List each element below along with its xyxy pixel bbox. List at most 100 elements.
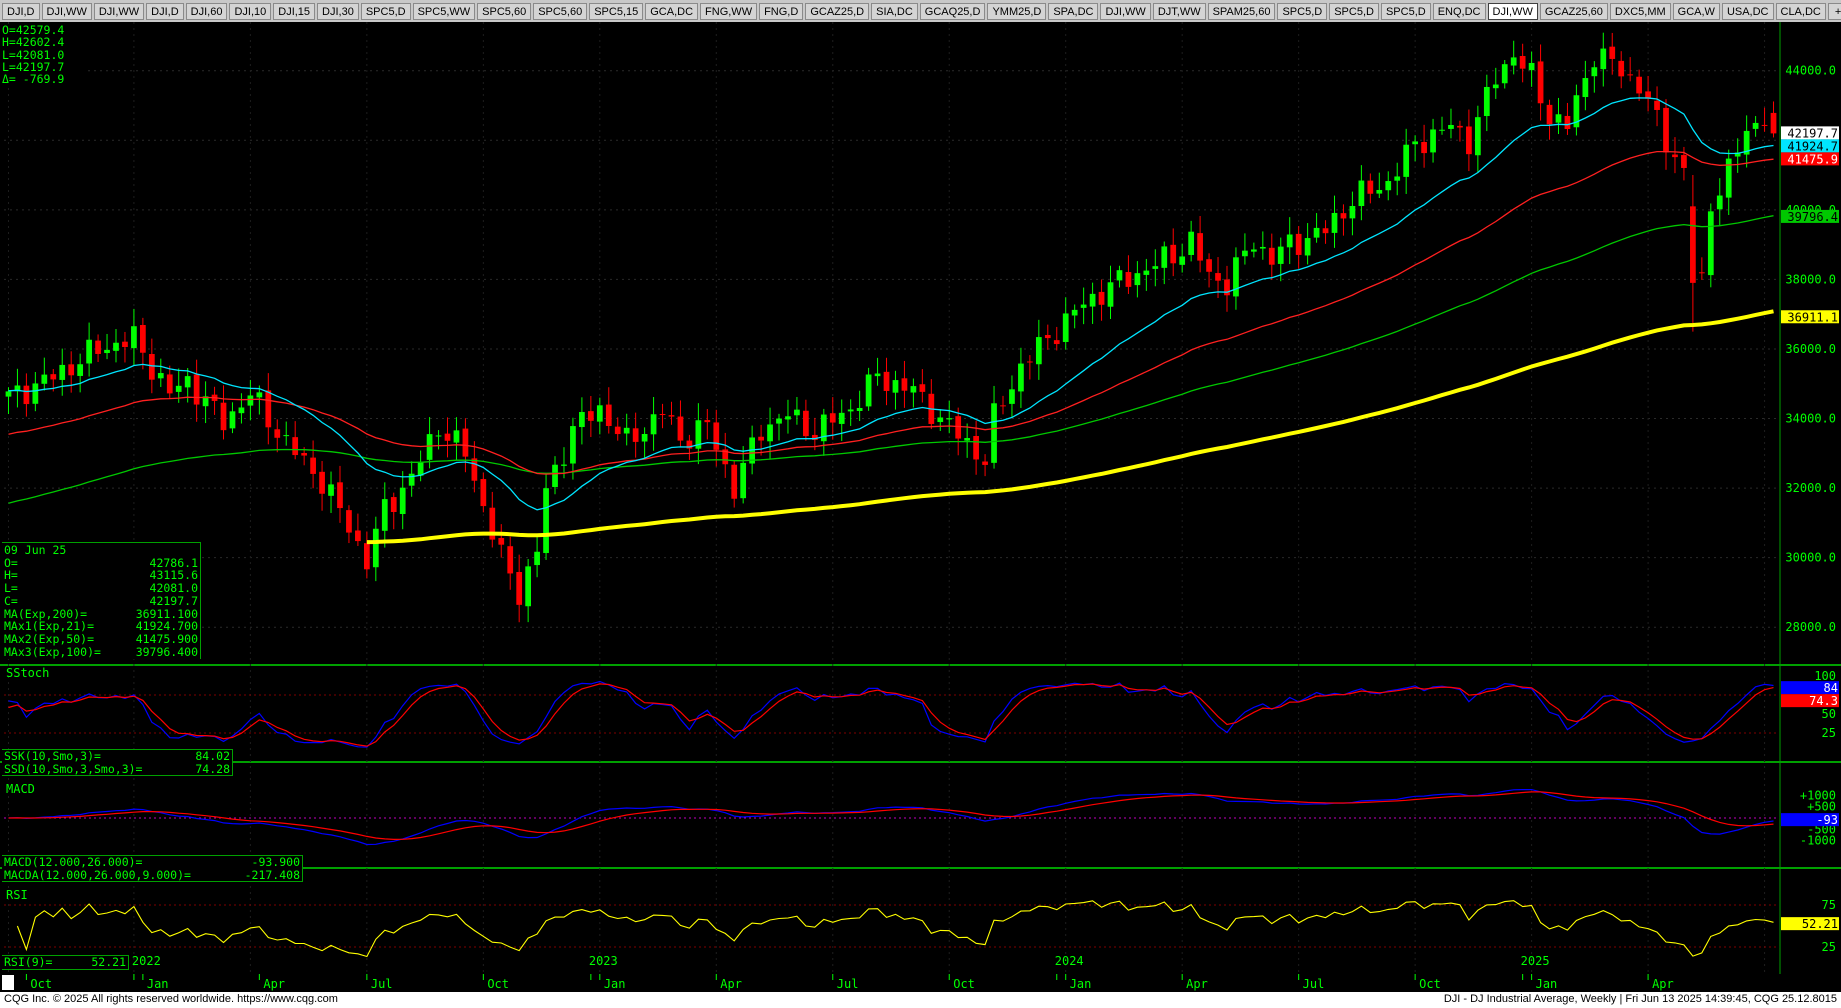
chart-tab[interactable]: SIA,DC: [871, 2, 918, 20]
candle-body: [1466, 126, 1472, 155]
macd-panel-label: MACD: [6, 782, 35, 796]
candle-body: [704, 420, 711, 423]
info-row: MAx3(Exp,100)= 39796.400: [4, 644, 198, 659]
chart-tab[interactable]: DJI,WW: [1487, 2, 1538, 20]
chart-tab[interactable]: GCA,W: [1672, 2, 1720, 20]
chart-tab[interactable]: SPC5,D: [1277, 2, 1328, 20]
rsi-axis-label: 75: [1822, 898, 1836, 912]
stoch-values-box: SSK(10,Smo,3)= 84.02 SSD(10,Smo,3,Smo,3)= 7…: [2, 749, 233, 777]
candle-body: [104, 349, 110, 354]
chart-tab[interactable]: ENQ,DC: [1432, 2, 1486, 20]
candle-body: [435, 435, 442, 437]
chart-tab[interactable]: DXC5,MM: [1609, 2, 1671, 20]
month-label: Apr: [263, 977, 285, 991]
candle-body: [1457, 125, 1463, 128]
chart-tab[interactable]: SPC5,D: [1380, 2, 1431, 20]
candle-body: [587, 411, 594, 421]
chart-tab[interactable]: FNG,D: [759, 2, 804, 20]
candle-body: [319, 471, 325, 494]
chart-tab[interactable]: DJT,WW: [1152, 2, 1206, 20]
candle-body: [86, 339, 92, 364]
candle-body: [1349, 206, 1356, 219]
price-tag-text: 41475.9: [1787, 152, 1838, 166]
chart-area: 44000.042000.040000.038000.036000.034000…: [0, 22, 1841, 992]
candle-body: [95, 340, 101, 354]
chart-tab[interactable]: CLA,DC: [1775, 2, 1826, 20]
candle-body: [148, 354, 155, 380]
candle-body: [399, 487, 406, 515]
candle-body: [471, 458, 478, 481]
chart-tab[interactable]: USA,DC: [1721, 2, 1774, 20]
candle-body: [1403, 144, 1410, 177]
candle-body: [1358, 180, 1365, 207]
candle-body: [480, 479, 487, 507]
chart-tab[interactable]: YMM25,D: [987, 2, 1047, 20]
chart-tab[interactable]: DJI,60: [185, 2, 228, 20]
candle-body: [166, 374, 173, 394]
candle-body: [1600, 48, 1607, 70]
candle-body: [758, 436, 764, 441]
chart-tab[interactable]: SPC5,60: [533, 2, 588, 20]
candle-body: [1519, 55, 1526, 69]
chart-tab[interactable]: DJI,30: [317, 2, 359, 20]
chart-tab[interactable]: SPC5,D: [360, 2, 411, 20]
candle-body: [1483, 86, 1490, 117]
candle-body: [453, 430, 460, 443]
candle-body: [1161, 246, 1168, 268]
candle-body: [1053, 340, 1060, 345]
candle-body: [408, 473, 415, 486]
candle-body: [256, 392, 263, 398]
chart-tab[interactable]: DJI,WW: [1100, 2, 1151, 20]
chart-tab[interactable]: DJI,WW: [93, 2, 145, 20]
candle-body: [776, 418, 782, 424]
chart-tab[interactable]: GCAZ25,60: [1539, 2, 1608, 20]
candle-body: [794, 409, 800, 416]
macd-tag-text: -93: [1816, 813, 1838, 827]
chart-tab[interactable]: DJI,WW: [41, 2, 92, 20]
macd-axis-label: -1000: [1800, 834, 1836, 848]
candle-body: [247, 395, 254, 406]
copyright-text: CQG Inc. © 2025 All rights reserved worl…: [4, 993, 338, 1005]
chart-tab[interactable]: SPAM25,60: [1207, 2, 1276, 20]
candle-body: [1591, 67, 1598, 77]
candle-body: [372, 528, 379, 568]
stoch-tag: 84: [1781, 681, 1839, 695]
candle-body: [1761, 124, 1768, 126]
price-tag: 41475.9: [1781, 152, 1839, 166]
candle-body: [157, 373, 164, 379]
month-label: Jul: [371, 977, 393, 991]
chart-tab[interactable]: SPC5,WW: [412, 2, 476, 20]
chart-tab[interactable]: GCAZ25,D: [805, 2, 870, 20]
candle-body: [363, 543, 370, 570]
chart-tab[interactable]: GCA,DC: [645, 2, 699, 20]
candle-body: [1654, 100, 1660, 110]
candle-body: [1528, 62, 1535, 71]
chart-tab[interactable]: SPA,DC: [1048, 2, 1099, 20]
chart-tab[interactable]: DJI,10: [229, 2, 272, 20]
chart-tab[interactable]: GCAQ25,D: [919, 2, 986, 20]
add-tab-button[interactable]: +: [1827, 2, 1841, 20]
month-label: Oct: [487, 977, 509, 991]
price-axis-label: 38000.0: [1785, 272, 1836, 286]
chart-tab[interactable]: SPC5,15: [589, 2, 644, 20]
chart-tab[interactable]: DJI,D: [146, 2, 184, 20]
candle-body: [1752, 122, 1759, 129]
candle-body: [910, 386, 917, 393]
rsi-tag: 52.21: [1781, 917, 1839, 931]
chart-tab[interactable]: SPC5,60: [477, 2, 532, 20]
chart-tab[interactable]: DJI,15: [273, 2, 316, 20]
change-value: Δ= -769.9: [2, 72, 65, 87]
macd-tag: -93: [1781, 813, 1839, 827]
chart-tab[interactable]: DJI,D: [2, 2, 40, 20]
candle-body: [1582, 78, 1589, 98]
chart-tab[interactable]: SPC5,D: [1329, 2, 1379, 20]
candle-body: [964, 438, 971, 441]
candle-body: [1277, 246, 1284, 264]
chart-tab[interactable]: FNG,WW: [700, 2, 758, 20]
candle-body: [543, 488, 549, 554]
candle-body: [498, 538, 505, 545]
candle-body: [1233, 257, 1239, 297]
candle-body: [1510, 57, 1517, 66]
candle-body: [1224, 279, 1230, 296]
month-label: Apr: [720, 977, 742, 991]
